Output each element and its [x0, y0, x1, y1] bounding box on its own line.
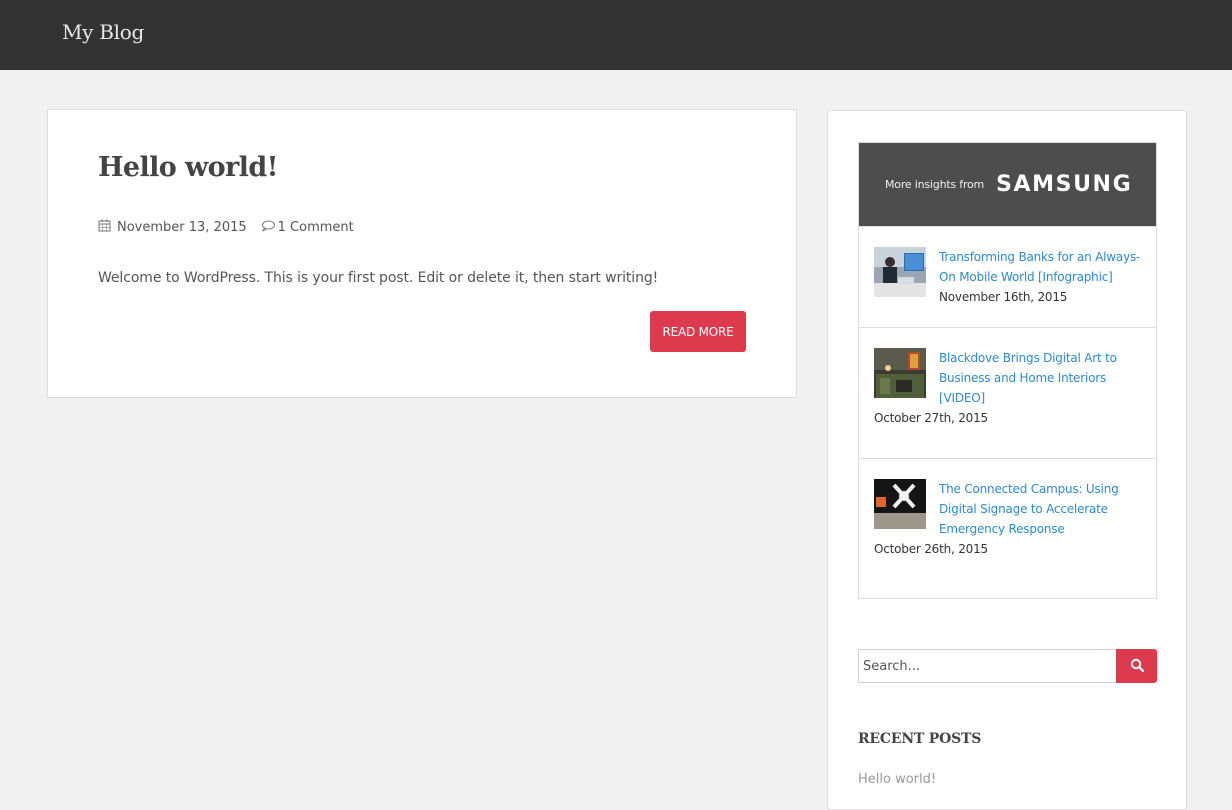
search-button[interactable] — [1116, 649, 1157, 683]
post-comments-link[interactable]: 1 Comment — [278, 220, 354, 235]
office-meeting-thumbnail[interactable] — [874, 247, 926, 297]
post-meta: November 13, 2015 1 Comment — [98, 219, 354, 236]
post-comments: 1 Comment — [261, 220, 354, 236]
interior-art-thumbnail[interactable] — [874, 348, 926, 398]
post-date-text[interactable]: November 13, 2015 — [117, 220, 247, 235]
sponsor-article-link[interactable]: Transforming Banks for an Always-On Mobi… — [939, 247, 1141, 287]
sidebar: More insights from SAMSUNG Transforming … — [827, 110, 1187, 810]
sponsor-banner[interactable]: More insights from SAMSUNG — [859, 143, 1156, 226]
post-card: Hello world! November 13, 2015 1 Comment… — [47, 109, 797, 398]
read-more-button[interactable]: READ MORE — [650, 311, 746, 352]
sponsor-article-date: October 26th, 2015 — [874, 542, 988, 556]
sponsor-article-link[interactable]: The Connected Campus: Using Digital Sign… — [939, 479, 1141, 539]
site-header: My Blog — [0, 0, 1232, 70]
search-input[interactable] — [858, 649, 1116, 683]
post-date: November 13, 2015 — [98, 219, 247, 236]
comment-icon — [261, 220, 275, 236]
sponsor-item: Transforming Banks for an Always-On Mobi… — [859, 226, 1156, 327]
sponsored-widget: More insights from SAMSUNG Transforming … — [858, 142, 1157, 599]
search-icon — [1130, 658, 1144, 675]
sponsor-lead-text: More insights from — [885, 178, 985, 191]
search-form — [858, 649, 1157, 683]
sponsor-item: The Connected Campus: Using Digital Sign… — [859, 458, 1156, 599]
sponsor-item: Blackdove Brings Digital Art to Business… — [859, 327, 1156, 458]
post-title[interactable]: Hello world! — [98, 152, 278, 183]
sponsor-article-date: November 16th, 2015 — [939, 290, 1068, 304]
recent-posts-title: RECENT POSTS — [858, 731, 982, 747]
samsung-logo: SAMSUNG — [996, 172, 1133, 197]
site-title-link[interactable]: My Blog — [62, 20, 144, 44]
recent-post-link[interactable]: Hello world! — [858, 772, 936, 787]
sponsor-article-date: October 27th, 2015 — [874, 411, 988, 425]
sponsor-article-link[interactable]: Blackdove Brings Digital Art to Business… — [939, 348, 1141, 408]
calendar-icon — [98, 219, 111, 236]
signage-thumbnail[interactable] — [874, 479, 926, 529]
post-excerpt: Welcome to WordPress. This is your first… — [98, 270, 659, 286]
